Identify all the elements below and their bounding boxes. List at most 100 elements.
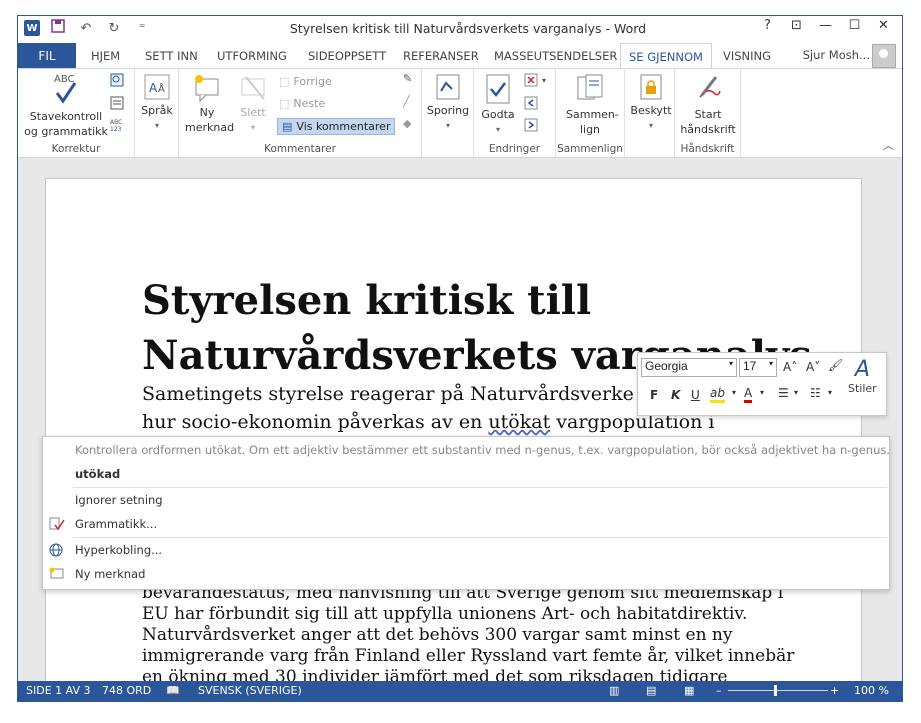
qat-customize-icon[interactable]: ⁼ xyxy=(132,21,152,36)
reject-icon[interactable]: ▾ xyxy=(524,73,546,87)
grammar-check-icon xyxy=(49,517,65,531)
chevron-down-icon: ▾ xyxy=(728,359,733,368)
next-change-icon[interactable] xyxy=(524,118,538,132)
zoom-level[interactable]: 100 % xyxy=(854,684,889,697)
paragraph-line[interactable]: Naturvårdsverket anger att det behövs 30… xyxy=(142,625,732,645)
ribbon-display-button[interactable]: ⊡ xyxy=(782,18,811,33)
clear-format-icon[interactable]: 🖌 xyxy=(828,358,843,372)
minimize-button[interactable]: — xyxy=(811,18,840,33)
research-icon[interactable] xyxy=(110,73,124,87)
collapse-ribbon-icon[interactable]: ︿ xyxy=(883,137,894,153)
grow-font-icon[interactable]: A˄ xyxy=(783,360,797,374)
next-comment-icon: ⬚ xyxy=(279,97,290,110)
tab-masseutsendelser[interactable]: MASSEUTSENDELSER xyxy=(494,43,617,68)
new-comment-item[interactable]: Ny merknad xyxy=(75,567,145,581)
word-count[interactable]: 748 ORD xyxy=(102,684,151,697)
zoom-slider-track[interactable] xyxy=(728,690,828,691)
thesaurus-icon[interactable] xyxy=(110,96,124,110)
tab-file[interactable]: FIL xyxy=(18,43,76,68)
ink-comment-icon[interactable]: ✎ xyxy=(403,72,412,85)
proofing-icon[interactable]: 📖 xyxy=(166,684,180,697)
tab-sideoppsett[interactable]: SIDEOPPSETT xyxy=(308,43,386,68)
grammar-item[interactable]: Grammatikk... xyxy=(75,517,157,531)
help-button[interactable]: ? xyxy=(753,18,782,33)
group-label: Håndskrift xyxy=(680,143,735,155)
paragraph-line[interactable]: hur socio-ekonomin påverkas av en utökat… xyxy=(142,411,714,433)
zoom-in-button[interactable]: + xyxy=(830,684,839,697)
next-comment-button[interactable]: ⬚ Neste xyxy=(279,97,325,110)
spelling-grammar-button[interactable]: ABC Stavekontroll og grammatikk xyxy=(24,73,108,139)
group-label: Sammenlign xyxy=(557,143,623,155)
print-layout-icon[interactable]: ▤ xyxy=(646,684,656,697)
paragraph-line[interactable]: immigrerande varg från Finland eller Rys… xyxy=(142,646,794,666)
redo-icon[interactable]: ↻ xyxy=(104,21,124,36)
previous-comment-button[interactable]: ⬚ Forrige xyxy=(279,75,332,88)
accept-button[interactable]: Godta ▾ xyxy=(478,73,518,137)
show-comments-icon: ▤ xyxy=(282,120,293,133)
close-button[interactable]: ✕ xyxy=(869,18,898,33)
new-comment-button[interactable]: Ny merknad xyxy=(185,73,234,135)
save-icon[interactable] xyxy=(48,19,68,37)
paragraph-line[interactable]: EU har förbundit sig till att uppfylla u… xyxy=(142,604,747,624)
italic-button[interactable]: K xyxy=(671,388,680,402)
group-label: Kommentarer xyxy=(264,143,336,155)
language-button[interactable]: AÅ Språk ▾ xyxy=(139,73,175,133)
suggestion-item[interactable]: utökad xyxy=(75,467,120,481)
highlight-icon[interactable]: ab xyxy=(710,386,725,403)
grammar-error-word[interactable]: utökat xyxy=(488,411,550,433)
tab-hjem[interactable]: HJEM xyxy=(91,43,120,68)
tab-sett-inn[interactable]: SETT INN xyxy=(145,43,198,68)
font-name-select[interactable]: Georgia ▾ xyxy=(641,358,737,377)
chevron-down-icon[interactable]: ▾ xyxy=(732,388,736,397)
word-count-icon[interactable]: ABC 123 xyxy=(110,117,126,133)
underline-button[interactable]: U xyxy=(691,388,700,402)
group-endringer: Godta ▾ ▾ Endringer xyxy=(474,69,556,157)
tab-referanser[interactable]: REFERANSER xyxy=(403,43,479,68)
user-name[interactable]: Sjur Mosh... xyxy=(803,48,870,62)
chevron-down-icon[interactable]: ▾ xyxy=(794,388,798,397)
window-title: Styrelsen kritisk till Naturvårdsverkets… xyxy=(289,21,647,36)
bold-button[interactable]: F xyxy=(650,388,658,402)
hyperlink-item[interactable]: Hyperkobling... xyxy=(75,543,162,557)
maximize-button[interactable]: ☐ xyxy=(840,18,869,33)
tab-utforming[interactable]: UTFORMING xyxy=(217,43,287,68)
eraser-icon[interactable]: ◆ xyxy=(403,117,411,130)
ignore-sentence-item[interactable]: Ignorer setning xyxy=(75,493,163,507)
delete-comment-button[interactable]: Slett ▾ xyxy=(235,73,271,135)
avatar[interactable] xyxy=(872,44,896,68)
tracking-icon xyxy=(434,73,462,101)
numbering-icon[interactable]: ☷ xyxy=(810,386,821,400)
language-icon: AÅ xyxy=(143,73,171,101)
tracking-button[interactable]: Sporing ▾ xyxy=(426,73,470,133)
font-color-icon[interactable]: A xyxy=(744,386,753,403)
undo-icon[interactable]: ↶ xyxy=(76,21,96,36)
shrink-font-icon[interactable]: A˅ xyxy=(806,360,820,374)
previous-change-icon[interactable] xyxy=(524,96,538,110)
word-logo-icon[interactable]: W xyxy=(24,20,40,36)
tab-se-gjennom[interactable]: SE GJENNOM xyxy=(620,43,712,69)
page-count[interactable]: SIDE 1 AV 3 xyxy=(26,684,90,697)
pen-icon[interactable]: ╱ xyxy=(403,95,410,108)
zoom-slider-thumb[interactable] xyxy=(774,685,777,696)
font-size-select[interactable]: 17 ▾ xyxy=(739,358,777,377)
new-comment-icon xyxy=(192,73,222,103)
chevron-down-icon[interactable]: ▾ xyxy=(828,388,832,397)
delete-comment-icon xyxy=(238,73,268,103)
lock-icon xyxy=(637,73,665,101)
document-title-line[interactable]: Styrelsen kritisk till xyxy=(142,277,591,324)
compare-button[interactable]: Sammen-lign xyxy=(560,73,620,137)
tab-visning[interactable]: VISNING xyxy=(723,43,771,68)
language-status[interactable]: SVENSK (SVERIGE) xyxy=(198,684,302,697)
styles-button[interactable]: A Stiler xyxy=(848,357,877,395)
zoom-out-button[interactable]: – xyxy=(716,684,722,697)
paragraph-line[interactable]: Sametingets styrelse reagerar på Naturvå… xyxy=(142,383,634,405)
chevron-down-icon[interactable]: ▾ xyxy=(760,388,764,397)
document-area: Styrelsen kritisk till Naturvårdsverkets… xyxy=(18,158,902,700)
word-window: W ↶ ↻ ⁼ Styrelsen kritisk till Naturvård… xyxy=(17,15,903,702)
protect-button[interactable]: Beskytt ▾ xyxy=(629,73,673,133)
read-mode-icon[interactable]: ▥ xyxy=(609,684,619,697)
start-inking-button[interactable]: Start håndskrift xyxy=(679,73,737,137)
bullets-icon[interactable]: ☰ xyxy=(778,386,789,400)
web-layout-icon[interactable]: ▦ xyxy=(684,684,694,697)
show-comments-button[interactable]: ▤ Vis kommentarer xyxy=(277,118,396,135)
